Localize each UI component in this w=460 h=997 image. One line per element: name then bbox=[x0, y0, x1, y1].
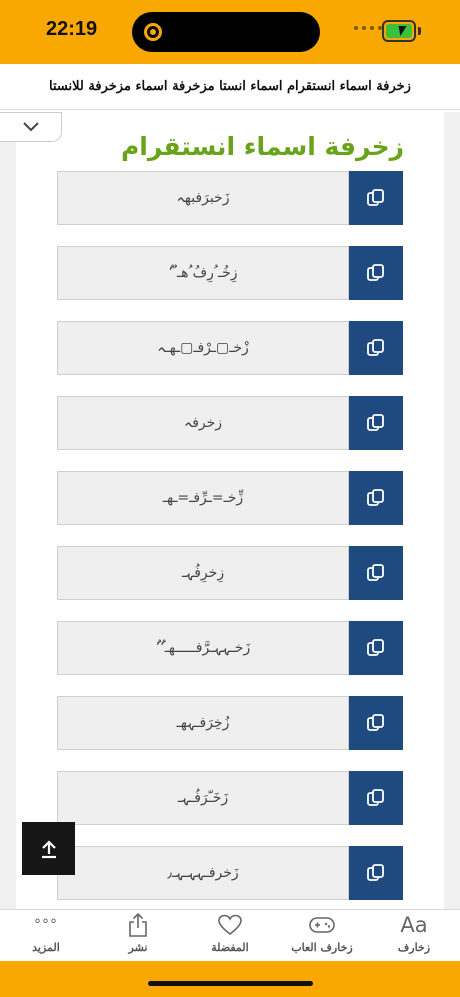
list-item: زَخَـّرَفُـہـ bbox=[57, 771, 403, 825]
copy-icon bbox=[367, 714, 384, 731]
copy-icon bbox=[367, 264, 384, 281]
home-indicator[interactable] bbox=[148, 981, 313, 986]
decoration-text[interactable]: زَخبرَفبهہ bbox=[57, 171, 349, 225]
font-icon: Aa bbox=[400, 911, 427, 939]
share-icon bbox=[126, 911, 150, 939]
copy-button[interactable] bbox=[349, 546, 403, 600]
copy-icon bbox=[367, 789, 384, 806]
copy-icon bbox=[367, 339, 384, 356]
tab-label: المفضلة bbox=[211, 941, 249, 954]
list-item: زِّخـ=ـرِّفـ=ـهـ bbox=[57, 471, 403, 525]
decoration-text[interactable]: زَخَـّرَفُـہـ bbox=[57, 771, 349, 825]
copy-button[interactable] bbox=[349, 771, 403, 825]
decoration-text[interactable]: زِخُـ ُرِفُ ُهـ ُ٬ُ bbox=[57, 246, 349, 300]
copy-button[interactable] bbox=[349, 846, 403, 900]
tab-share[interactable]: نشر bbox=[92, 910, 184, 962]
tab-game-decorations[interactable]: زخارف العاب bbox=[276, 910, 368, 962]
more-icon-glyph: °°° bbox=[34, 917, 58, 933]
copy-button[interactable] bbox=[349, 621, 403, 675]
dynamic-island bbox=[132, 12, 320, 52]
tab-label: زخارف bbox=[397, 941, 431, 954]
collapse-toggle-button[interactable] bbox=[0, 112, 62, 142]
bottom-tab-bar: Aa زخارف زخارف العاب المفضلة نشر °°° الم… bbox=[0, 909, 460, 961]
copy-icon bbox=[367, 489, 384, 506]
list-item: زَخـہہـرَّفـــــهـ٬ُ٬ُ bbox=[57, 621, 403, 675]
scroll-to-top-button[interactable] bbox=[22, 822, 75, 875]
decoration-text[interactable]: زخرفہ bbox=[57, 396, 349, 450]
decoration-text[interactable]: زِخرِفُہـ bbox=[57, 546, 349, 600]
font-icon-glyph: Aa bbox=[400, 913, 428, 937]
copy-button[interactable] bbox=[349, 246, 403, 300]
tab-favorites[interactable]: المفضلة bbox=[184, 910, 276, 962]
copy-icon bbox=[367, 564, 384, 581]
copy-button[interactable] bbox=[349, 321, 403, 375]
battery-icon bbox=[382, 20, 416, 42]
tab-more[interactable]: °°° المزيد bbox=[0, 910, 92, 962]
more-icon: °°° bbox=[34, 911, 58, 939]
status-time: 22:19 bbox=[46, 18, 98, 40]
copy-icon bbox=[367, 639, 384, 656]
arrow-up-icon bbox=[41, 839, 56, 858]
signal-icon bbox=[354, 26, 382, 30]
gamepad-icon bbox=[308, 911, 336, 939]
tab-label: زخارف العاب bbox=[291, 941, 353, 954]
copy-icon bbox=[367, 189, 384, 206]
copy-button[interactable] bbox=[349, 696, 403, 750]
copy-icon bbox=[367, 414, 384, 431]
decoration-text[interactable]: زَخـہہـرَّفـــــهـ٬ُ٬ُ bbox=[57, 621, 349, 675]
decoration-text[interactable]: زُخِرَفـہهـ bbox=[57, 696, 349, 750]
copy-button[interactable] bbox=[349, 471, 403, 525]
status-bar: 22:19 bbox=[0, 0, 460, 64]
chevron-down-icon bbox=[22, 122, 39, 132]
tab-label: نشر bbox=[128, 941, 148, 954]
tab-label: المزيد bbox=[32, 941, 60, 954]
header-title: زخرفة اسماء انستقرام اسماء انستا مزخرفة … bbox=[0, 64, 460, 110]
list-item: زِخرِفُہـ bbox=[57, 546, 403, 600]
decoration-text[interactable]: زِّخـ=ـرِّفـ=ـهـ bbox=[57, 471, 349, 525]
page-title: زخرفة اسماء انستقرام bbox=[120, 132, 404, 161]
decoration-text[interactable]: زَخرفـہہـہـ٫ bbox=[57, 846, 349, 900]
copy-button[interactable] bbox=[349, 396, 403, 450]
list-item: زخرفہ bbox=[57, 396, 403, 450]
copy-icon bbox=[367, 864, 384, 881]
list-item: زْخـ▢ـرْفـ▢ـهـہ bbox=[57, 321, 403, 375]
list-item: زَخرفـہہـہـ٫ bbox=[57, 846, 403, 900]
tab-decorations[interactable]: Aa زخارف bbox=[368, 910, 460, 962]
list-item: زَخبرَفبهہ bbox=[57, 171, 403, 225]
footer-bar bbox=[0, 961, 460, 997]
decoration-text[interactable]: زْخـ▢ـرْفـ▢ـهـہ bbox=[57, 321, 349, 375]
copy-button[interactable] bbox=[349, 171, 403, 225]
heart-icon bbox=[217, 911, 243, 939]
right-gutter bbox=[444, 112, 460, 909]
list-item: زُخِرَفـہهـ bbox=[57, 696, 403, 750]
battery-tip bbox=[418, 27, 421, 35]
recording-indicator-icon bbox=[144, 23, 162, 41]
list-item: زِخُـ ُرِفُ ُهـ ُ٬ُ bbox=[57, 246, 403, 300]
left-gutter bbox=[0, 112, 16, 909]
